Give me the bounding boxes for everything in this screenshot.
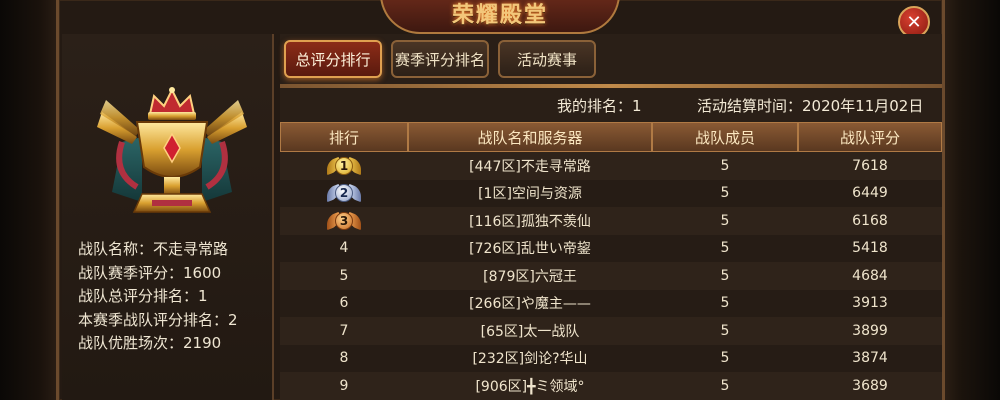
score-cell: 3689 <box>852 377 888 394</box>
members-cell: 5 <box>720 350 730 367</box>
rank-number: 6 <box>339 295 349 312</box>
team-name-cell: [447区]不走寻常路 <box>469 158 591 175</box>
tab-divider <box>280 84 942 88</box>
members-cell: 5 <box>720 185 730 202</box>
team-name-cell: [879区]六冠王 <box>483 268 577 285</box>
score-cell: 7618 <box>852 157 888 174</box>
header-team-server: 战队名和服务器 <box>408 122 652 152</box>
score-cell: 3913 <box>852 295 888 312</box>
table-row[interactable]: 7 [65区]太一战队 5 3899 <box>280 317 942 345</box>
team-name-cell: [266区]や魔主—— <box>469 296 591 313</box>
rank-number: 5 <box>339 267 349 284</box>
window-title: 荣耀殿堂 <box>451 2 548 28</box>
rank-number: 1 <box>335 156 353 175</box>
rank-cell: 1 <box>280 152 408 180</box>
team-name-cell: [1区]空间与资源 <box>478 186 582 203</box>
team-name-cell: [232区]剑论?华山 <box>472 351 588 368</box>
team-name-cell: [116区]孤独不羡仙 <box>469 213 591 230</box>
rank-cell: 5 <box>280 262 408 290</box>
my-rank: 我的排名：1 <box>557 97 642 115</box>
table-row[interactable]: 6 [266区]や魔主—— 5 3913 <box>280 289 942 318</box>
score-cell: 3899 <box>852 322 888 339</box>
window-title-banner: 荣耀殿堂 <box>380 0 620 34</box>
rank-cell: 4 <box>280 235 408 263</box>
ranking-table-body: 1 [447区]不走寻常路 5 7618 2 [1区]空间与资源 5 6449 3 [116区]孤… <box>280 152 942 400</box>
settle-time: 活动结算时间：2020年11月02日 <box>697 97 924 115</box>
gold-medal-icon: 1 <box>325 156 363 176</box>
rank-number: 8 <box>339 350 349 367</box>
team-name-cell: [726区]乱世い帝鋆 <box>469 241 591 258</box>
ranking-meta: 我的排名：1 活动结算时间：2020年11月02日 <box>280 90 942 120</box>
rank-number: 7 <box>339 322 349 339</box>
rank-cell: 3 <box>280 207 408 235</box>
members-cell: 5 <box>720 157 730 174</box>
members-cell: 5 <box>720 377 730 394</box>
table-row[interactable]: 9 [906区]╋ミ领域° 5 3689 <box>280 372 942 400</box>
rank-cell: 7 <box>280 317 408 345</box>
score-cell: 3874 <box>852 350 888 367</box>
team-name-cell: [65区]太一战队 <box>480 323 580 340</box>
rank-number: 3 <box>335 211 353 230</box>
table-row[interactable]: 3 [116区]孤独不羡仙 5 6168 <box>280 207 942 235</box>
members-cell: 5 <box>720 295 730 312</box>
rank-cell: 6 <box>280 290 408 318</box>
team-season-score: 战队赛季评分：1600 <box>78 263 222 282</box>
background-left <box>0 0 58 400</box>
team-info: 战队名称：不走寻常路 战队赛季评分：1600 战队总评分排名：1 本赛季战队评分… <box>78 238 274 356</box>
rank-cell: 9 <box>280 372 408 400</box>
close-icon: ✕ <box>906 11 922 33</box>
rank-number: 4 <box>339 240 349 257</box>
members-cell: 5 <box>720 322 730 339</box>
tab-events[interactable]: 活动赛事 <box>498 40 596 78</box>
team-total-rank: 战队总评分排名：1 <box>78 287 208 305</box>
header-rank: 排行 <box>280 122 408 152</box>
score-cell: 6449 <box>852 185 888 202</box>
score-cell: 6168 <box>852 212 888 229</box>
team-name: 战队名称：不走寻常路 <box>78 240 229 258</box>
members-cell: 5 <box>720 212 730 229</box>
silver-medal-icon: 2 <box>325 183 363 203</box>
table-row[interactable]: 2 [1区]空间与资源 5 6449 <box>280 179 942 208</box>
background-right <box>942 0 1000 400</box>
table-row[interactable]: 4 [726区]乱世い帝鋆 5 5418 <box>280 234 942 263</box>
bronze-medal-icon: 3 <box>325 211 363 231</box>
table-row[interactable]: 1 [447区]不走寻常路 5 7618 <box>280 152 942 180</box>
table-row[interactable]: 8 [232区]剑论?华山 5 3874 <box>280 344 942 373</box>
header-members: 战队成员 <box>652 122 798 152</box>
rank-cell: 2 <box>280 180 408 208</box>
team-panel: 战队名称：不走寻常路 战队赛季评分：1600 战队总评分排名：1 本赛季战队评分… <box>62 34 274 400</box>
rank-number: 2 <box>335 184 353 203</box>
tab-season-score[interactable]: 赛季评分排名 <box>391 40 489 78</box>
members-cell: 5 <box>720 267 730 284</box>
tab-bar: 总评分排行 赛季评分排名 活动赛事 <box>284 40 596 80</box>
score-cell: 5418 <box>852 240 888 257</box>
team-name-cell: [906区]╋ミ领域° <box>475 378 585 395</box>
members-cell: 5 <box>720 240 730 257</box>
team-season-rank: 本赛季战队评分排名：2 <box>78 310 238 329</box>
rank-number: 9 <box>339 377 349 394</box>
header-score: 战队评分 <box>798 122 942 152</box>
score-cell: 4684 <box>852 267 888 284</box>
team-wins: 战队优胜场次：2190 <box>78 334 222 352</box>
tab-total-score[interactable]: 总评分排行 <box>284 40 382 78</box>
rank-cell: 8 <box>280 345 408 373</box>
trophy-crown-icon <box>97 87 247 213</box>
ranking-panel: 总评分排行 赛季评分排名 活动赛事 我的排名：1 活动结算时间：2020年11月… <box>280 34 942 400</box>
table-row[interactable]: 5 [879区]六冠王 5 4684 <box>280 262 942 290</box>
table-header: 排行 战队名和服务器 战队成员 战队评分 <box>280 122 942 152</box>
